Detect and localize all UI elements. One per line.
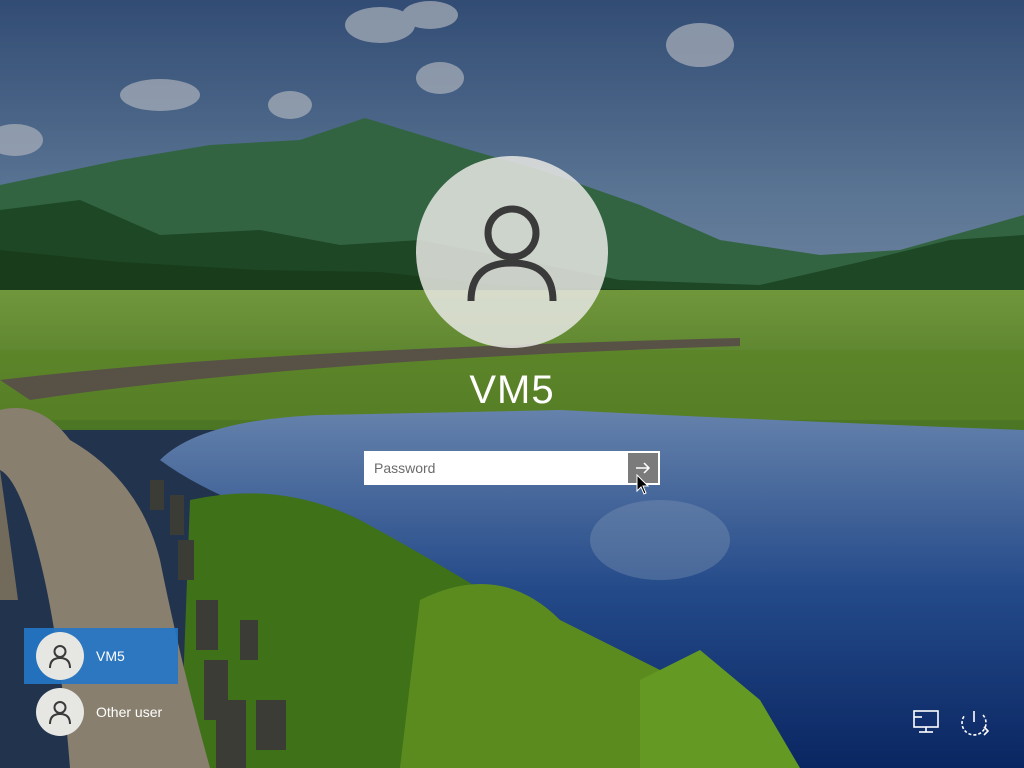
user-tile-other-user[interactable]: Other user [24, 684, 178, 740]
user-icon [49, 645, 71, 669]
power-icon [961, 711, 990, 736]
user-tile-avatar [36, 688, 84, 736]
lock-screen: VM5 VM5 Other user [0, 0, 1024, 768]
password-field-container [364, 451, 660, 485]
password-input[interactable] [366, 453, 628, 483]
mouse-cursor-icon [636, 474, 650, 495]
user-icon [467, 205, 557, 302]
user-tile-label: Other user [96, 704, 163, 720]
user-tile-avatar [36, 632, 84, 680]
arrow-right-icon [636, 462, 651, 474]
power-button[interactable] [956, 706, 992, 738]
user-icon [49, 701, 71, 725]
user-avatar-large [416, 156, 608, 348]
network-icon [913, 710, 939, 733]
user-list: VM5 Other user [24, 628, 178, 740]
network-button[interactable] [910, 706, 946, 738]
user-tile-vm5[interactable]: VM5 [24, 628, 178, 684]
user-tile-label: VM5 [96, 648, 125, 664]
username-label: VM5 [469, 368, 555, 412]
